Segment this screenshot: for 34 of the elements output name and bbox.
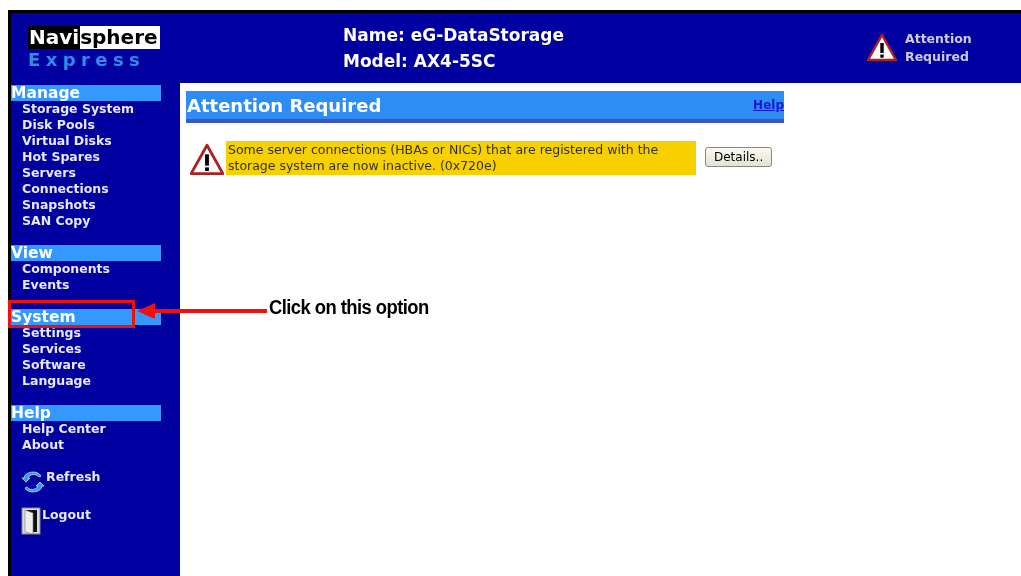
attention-link[interactable]: Attention Required	[905, 30, 975, 66]
nav-link[interactable]: Settings	[11, 325, 81, 341]
nav-link[interactable]: Virtual Disks	[11, 133, 112, 149]
panel-title: Attention Required	[186, 94, 382, 116]
nav-link[interactable]: Disk Pools	[11, 117, 95, 133]
warning-icon	[867, 33, 897, 63]
refresh-icon	[21, 469, 45, 495]
alert-message: Some server connections (HBAs or NICs) that are registered with the storage system are now inactive. (0x720e)	[226, 141, 696, 175]
nav-link[interactable]: Language	[11, 373, 91, 389]
door-icon	[21, 507, 41, 535]
logout-link[interactable]: Logout	[11, 507, 180, 535]
nav-link[interactable]: Components	[11, 261, 110, 277]
nav-link[interactable]: Servers	[11, 165, 76, 181]
system-model: Model: AX4-5SC	[343, 50, 496, 73]
logo: Navisphere Express	[27, 26, 161, 70]
annotation-text: Click on this option	[269, 296, 429, 319]
section-heading: View	[11, 245, 161, 261]
warning-icon	[190, 143, 224, 177]
nav-link[interactable]: Help Center	[11, 421, 106, 437]
nav-link[interactable]: Snapshots	[11, 197, 96, 213]
refresh-link[interactable]: Refresh	[11, 469, 180, 495]
nav-link[interactable]: Services	[11, 341, 82, 357]
details-button[interactable]: Details..	[705, 147, 773, 167]
nav-link[interactable]: Storage System	[11, 101, 134, 117]
nav-link[interactable]: Events	[11, 277, 70, 293]
nav-link[interactable]: Connections	[11, 181, 109, 197]
section-heading: Help	[11, 405, 161, 421]
nav-link[interactable]: About	[11, 437, 65, 453]
system-name: Name: eG-DataStorage	[343, 24, 564, 47]
section-heading: System	[11, 309, 161, 325]
nav-link[interactable]: Software	[11, 357, 86, 373]
nav-link[interactable]: SAN Copy	[11, 213, 91, 229]
section-heading: Manage	[11, 85, 161, 101]
nav-link[interactable]: Hot Spares	[11, 149, 100, 165]
